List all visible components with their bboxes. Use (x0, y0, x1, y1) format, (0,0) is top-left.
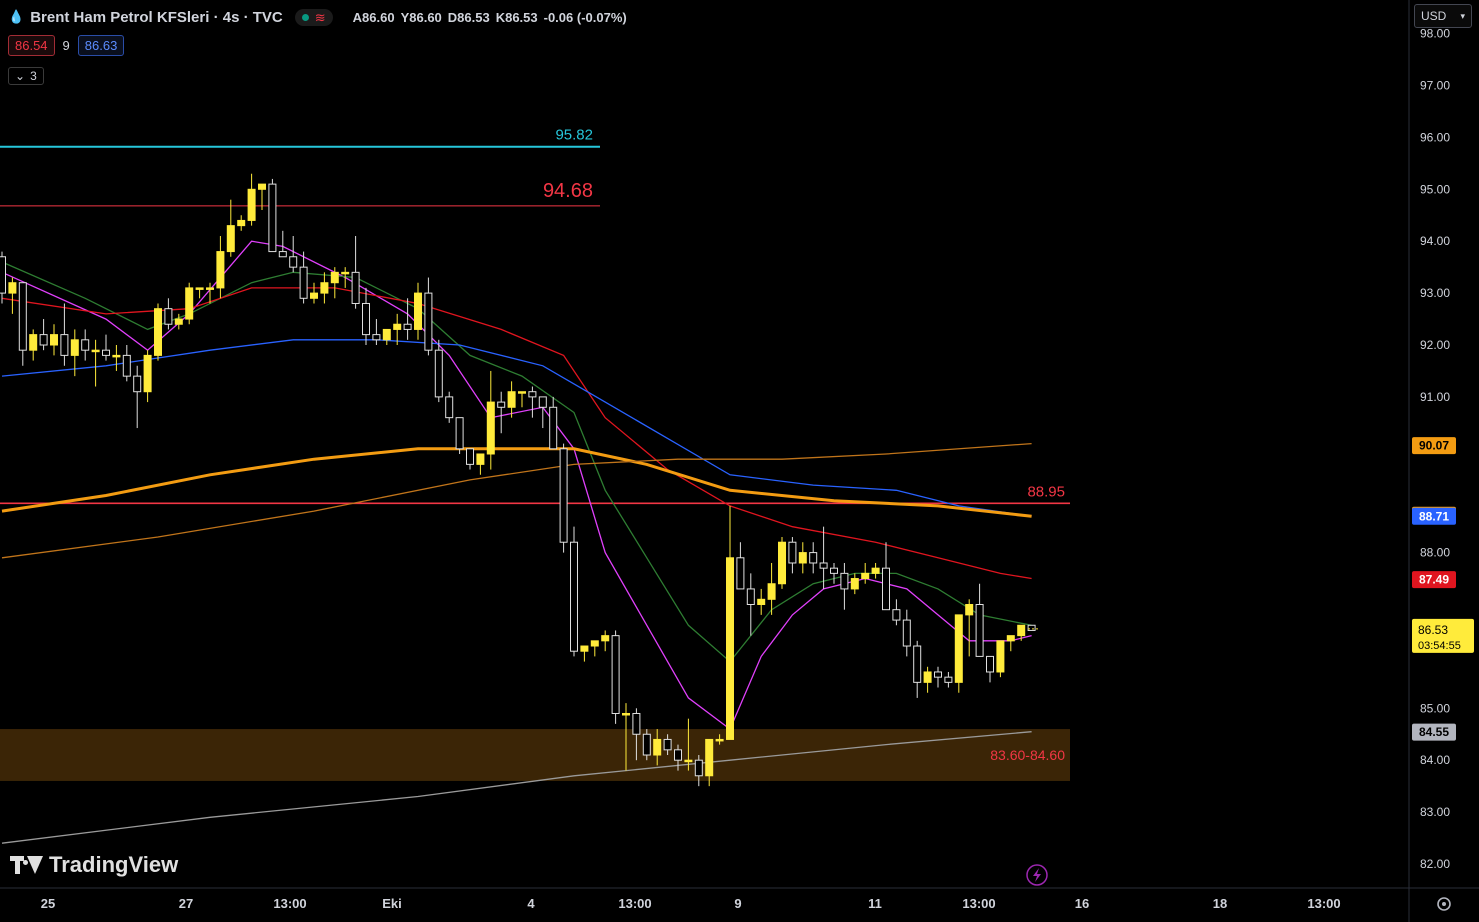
candle[interactable] (268, 178, 277, 253)
candle[interactable] (778, 537, 786, 589)
symbol-header: 💧 Brent Ham Petrol KFSleri · 4s · TVC ≋ … (8, 6, 627, 28)
candle[interactable] (455, 417, 464, 454)
wave-icon: ≋ (314, 9, 326, 25)
y-tick-label: 85.00 (1420, 701, 1450, 715)
y-tick-label: 84.00 (1420, 753, 1450, 767)
candle[interactable] (559, 443, 568, 553)
x-tick-label: 25 (41, 896, 55, 911)
droplet-icon: 💧 (8, 9, 25, 24)
price-badge-label: 88.71 (1419, 509, 1449, 523)
x-tick-label: 16 (1075, 896, 1089, 911)
candle[interactable] (954, 614, 963, 693)
y-tick-label: 83.00 (1420, 805, 1450, 819)
last-price-badge: 86.53 03:54:55 (1412, 618, 1474, 653)
indicator-count: 3 (30, 69, 37, 83)
x-tick-label: 13:00 (1307, 896, 1340, 911)
x-tick-label: 27 (179, 896, 193, 911)
x-tick-label: 13:00 (618, 896, 651, 911)
symbol-title[interactable]: Brent Ham Petrol KFSleri · 4s · TVC (30, 9, 283, 26)
x-tick-label: 9 (734, 896, 741, 911)
support-zone-label: 83.60-84.60 (990, 747, 1065, 763)
last-price-value: 86.53 (1418, 623, 1448, 637)
x-tick-label: 18 (1213, 896, 1227, 911)
ohlc-high: Y86.60 (400, 9, 442, 25)
level-label: 88.95 (1027, 483, 1065, 500)
support-zone: 83.60-84.60 (0, 729, 1070, 781)
price-badge-label: 84.55 (1419, 725, 1449, 739)
y-tick-label: 82.00 (1420, 857, 1450, 871)
ohlc-low: D86.53 (447, 9, 490, 25)
price-badge-label: 90.07 (1419, 439, 1449, 453)
trade-buttons: 86.54 9 86.63 (8, 35, 125, 56)
candle[interactable] (996, 640, 1005, 678)
x-tick-label: 13:00 (273, 896, 306, 911)
x-tick-label: Eki (382, 896, 402, 911)
price-badge: 87.49 (1412, 571, 1456, 589)
y-tick-label: 93.00 (1420, 286, 1450, 300)
x-tick-label: 4 (527, 896, 535, 911)
indicators-toggle[interactable]: ⌄ 3 (8, 67, 44, 85)
level-label: 95.82 (555, 127, 593, 144)
currency-label: USD (1421, 9, 1447, 23)
sell-button[interactable]: 86.54 (8, 35, 55, 56)
price-badge: 88.71 (1412, 507, 1456, 525)
candle[interactable] (570, 526, 578, 657)
price-chart[interactable]: 83.60-84.60 95.82 94.68 88.95 98.00 97.00 96… (0, 0, 1479, 922)
level-label: 94.68 (543, 180, 593, 202)
time-axis: 25 27 13:00 Eki 4 13:00 9 11 13:00 16 18 13:00 (41, 896, 1341, 911)
price-badge: 84.55 (1412, 723, 1456, 741)
buy-button[interactable]: 86.63 (77, 35, 125, 56)
x-tick-label: 11 (868, 896, 882, 911)
price-badge: 90.07 (1412, 437, 1456, 455)
y-tick-label: 96.00 (1420, 130, 1450, 144)
market-open-icon (301, 13, 309, 21)
tradingview-logo: TradingView (10, 852, 178, 878)
watermark-text: TradingView (49, 852, 179, 877)
candle[interactable] (185, 282, 194, 325)
ohlc-close: K86.53 (495, 9, 538, 25)
settings-gear-icon[interactable] (1437, 897, 1451, 911)
y-tick-label: 92.00 (1420, 338, 1450, 352)
candle[interactable] (611, 630, 620, 724)
ohlc-change: -0.06 (-0.07%) (543, 9, 627, 25)
support-zone-rect[interactable] (0, 729, 1070, 781)
candle[interactable] (154, 303, 162, 361)
spread-value: 9 (62, 38, 70, 53)
ohlc-values: A86.60 Y86.60 D86.53 K86.53 -0.06 (-0.07… (353, 10, 627, 25)
chevron-down-icon: ⌄ (15, 69, 26, 83)
currency-select[interactable]: USD ▾ (1414, 4, 1472, 28)
y-tick-label: 98.00 (1420, 27, 1450, 41)
x-tick-label: 13:00 (962, 896, 995, 911)
candle[interactable] (1027, 624, 1036, 631)
price-badge-label: 87.49 (1419, 573, 1449, 587)
chevron-down-icon: ▾ (1460, 10, 1465, 21)
y-tick-label: 88.00 (1420, 546, 1450, 560)
tradingview-mark-icon (10, 856, 43, 874)
y-tick-label: 94.00 (1420, 234, 1450, 248)
y-tick-label: 95.00 (1420, 182, 1450, 196)
y-tick-label: 91.00 (1420, 390, 1450, 404)
countdown: 03:54:55 (1418, 640, 1461, 652)
y-tick-label: 97.00 (1420, 79, 1450, 93)
market-status[interactable]: ≋ (294, 8, 333, 26)
ohlc-open: A86.60 (352, 9, 395, 25)
